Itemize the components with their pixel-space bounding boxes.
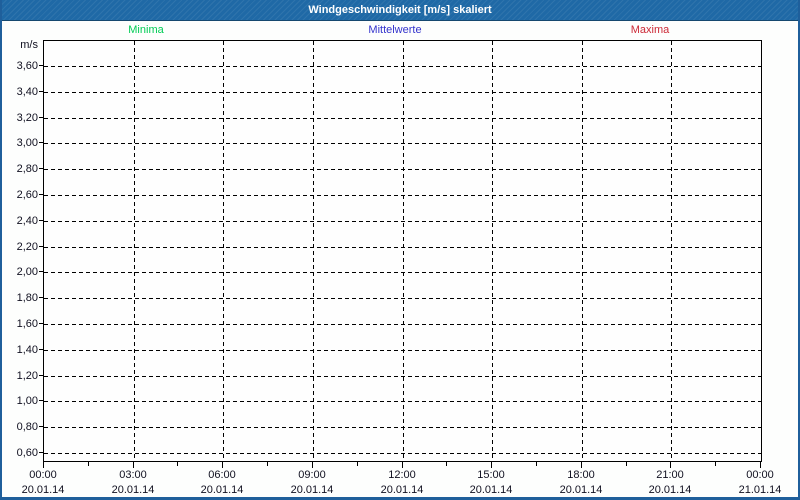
x-axis-major-tick xyxy=(133,462,134,468)
x-date-label: 20.01.14 xyxy=(22,484,65,496)
y-tick-label: 1,20 xyxy=(2,370,38,382)
y-axis-tick xyxy=(39,65,43,66)
plot-area xyxy=(43,40,762,462)
y-axis-tick xyxy=(39,220,43,221)
x-time-label: 15:00 xyxy=(477,469,505,481)
x-axis-major-tick xyxy=(670,462,671,468)
x-axis-major-tick xyxy=(43,462,44,468)
y-tick-label: 1,40 xyxy=(2,344,38,356)
x-time-label: 18:00 xyxy=(567,469,595,481)
x-date-label: 20.01.14 xyxy=(112,484,155,496)
x-date-label: 20.01.14 xyxy=(560,484,603,496)
y-axis-tick xyxy=(39,117,43,118)
x-time-label: 12:00 xyxy=(388,469,416,481)
x-axis-major-tick xyxy=(581,462,582,468)
y-tick-label: 1,80 xyxy=(2,292,38,304)
x-axis-minor-tick xyxy=(267,462,268,466)
y-axis-tick xyxy=(39,426,43,427)
x-axis-minor-tick xyxy=(446,462,447,466)
y-tick-label: 1,60 xyxy=(2,318,38,330)
y-axis-tick xyxy=(39,349,43,350)
x-date-label: 20.01.14 xyxy=(381,484,424,496)
y-axis-tick xyxy=(39,142,43,143)
y-axis-tick xyxy=(39,375,43,376)
x-date-label: 20.01.14 xyxy=(291,484,334,496)
y-tick-label: 2,00 xyxy=(2,266,38,278)
y-tick-label: 3,40 xyxy=(2,86,38,98)
y-axis-tick xyxy=(39,194,43,195)
y-axis-tick xyxy=(39,452,43,453)
y-tick-label: 3,20 xyxy=(2,112,38,124)
gridline-v xyxy=(403,41,404,461)
x-axis-minor-tick xyxy=(715,462,716,466)
x-axis-minor-tick xyxy=(536,462,537,466)
y-tick-label: 2,20 xyxy=(2,241,38,253)
y-tick-label: 2,80 xyxy=(2,163,38,175)
legend-item-maxima: Maxima xyxy=(631,24,670,36)
y-tick-label: 2,40 xyxy=(2,215,38,227)
y-axis-tick xyxy=(39,91,43,92)
y-tick-label: 0,80 xyxy=(2,421,38,433)
x-time-label: 09:00 xyxy=(298,469,326,481)
x-date-label: 20.01.14 xyxy=(470,484,513,496)
x-axis-major-tick xyxy=(312,462,313,468)
y-axis-unit-label: m/s xyxy=(2,39,38,51)
window-title: Windgeschwindigkeit [m/s] skaliert xyxy=(308,4,491,16)
x-date-label: 20.01.14 xyxy=(649,484,692,496)
y-axis-tick xyxy=(39,323,43,324)
x-axis-major-tick xyxy=(222,462,223,468)
gridline-v xyxy=(671,41,672,461)
y-tick-label: 1,00 xyxy=(2,395,38,407)
y-axis-tick xyxy=(39,400,43,401)
x-axis-minor-tick xyxy=(626,462,627,466)
x-axis-minor-tick xyxy=(177,462,178,466)
gridline-v xyxy=(492,41,493,461)
x-axis-major-tick xyxy=(402,462,403,468)
gridline-v xyxy=(582,41,583,461)
y-axis-tick xyxy=(39,297,43,298)
y-axis-tick xyxy=(39,271,43,272)
x-date-label: 20.01.14 xyxy=(201,484,244,496)
x-axis-major-tick xyxy=(760,462,761,468)
x-time-label: 00:00 xyxy=(29,469,57,481)
x-time-label: 06:00 xyxy=(208,469,236,481)
x-axis-minor-tick xyxy=(357,462,358,466)
y-tick-label: 0,60 xyxy=(2,447,38,459)
x-date-label: 21.01.14 xyxy=(739,484,782,496)
gridline-v xyxy=(134,41,135,461)
chart-window: Windgeschwindigkeit [m/s] skaliert Minim… xyxy=(0,0,800,500)
y-tick-label: 3,60 xyxy=(2,60,38,72)
window-title-bar: Windgeschwindigkeit [m/s] skaliert xyxy=(0,0,800,21)
y-axis-tick xyxy=(39,246,43,247)
y-tick-label: 2,60 xyxy=(2,189,38,201)
gridline-v xyxy=(223,41,224,461)
gridline-v xyxy=(313,41,314,461)
x-axis-minor-tick xyxy=(88,462,89,466)
y-tick-label: 3,00 xyxy=(2,137,38,149)
x-time-label: 21:00 xyxy=(656,469,684,481)
x-time-label: 00:00 xyxy=(746,469,774,481)
x-time-label: 03:00 xyxy=(119,469,147,481)
legend-item-minima: Minima xyxy=(128,24,163,36)
y-axis-tick xyxy=(39,168,43,169)
x-axis-major-tick xyxy=(491,462,492,468)
legend-item-mittelwerte: Mittelwerte xyxy=(368,24,421,36)
